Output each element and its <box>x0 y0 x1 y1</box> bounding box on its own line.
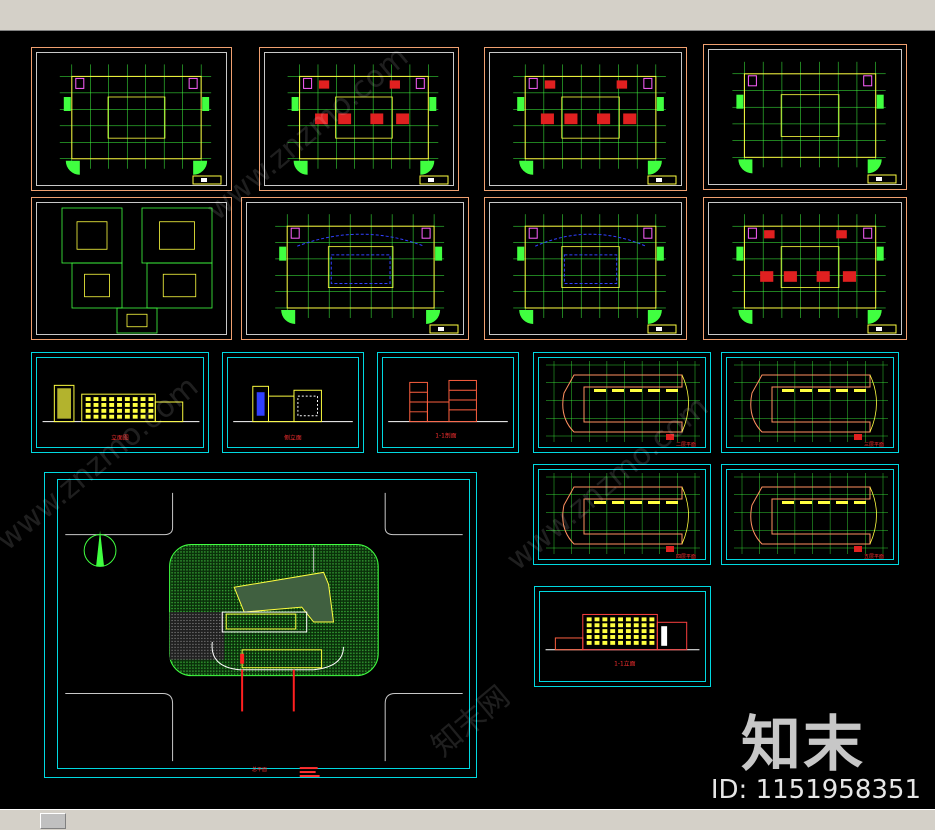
horizontal-scrollbar[interactable] <box>0 809 935 830</box>
label-elevation-2: 侧立面 <box>284 433 302 441</box>
label-plan-small: 三层平面 <box>864 442 884 448</box>
label-elevation-large: 1-1立面 <box>614 659 635 667</box>
sheet-floor-plan-1[interactable] <box>31 47 232 191</box>
sheet-floor-plan-6[interactable] <box>484 197 687 340</box>
sheet-floor-plan-5[interactable] <box>241 197 469 340</box>
label-elevation-1: 立面图 <box>111 433 129 441</box>
sheet-roof-plans[interactable] <box>31 197 232 340</box>
sheet-plan-small-c[interactable]: 四层平面 <box>533 464 711 565</box>
label-site-plan: 总平面 <box>252 766 267 773</box>
sheet-floor-plan-3[interactable] <box>484 47 687 191</box>
label-section: 1-1剖面 <box>435 431 456 439</box>
label-plan-small: 二层平面 <box>676 442 696 448</box>
sheet-elevation-1[interactable]: 立面图 <box>31 352 209 453</box>
sheet-floor-plan-4[interactable] <box>703 44 907 190</box>
sheet-plan-small-b[interactable]: 三层平面 <box>721 352 899 453</box>
cad-drawing-canvas[interactable]: 立面图 侧立面 1-1剖面 二层平面 三层平面 四层平面 五层平面 总平面 1-… <box>0 31 935 809</box>
sheet-plan-small-d[interactable]: 五层平面 <box>721 464 899 565</box>
sheet-elevation-2[interactable]: 侧立面 <box>222 352 364 453</box>
sheet-floor-plan-2[interactable] <box>259 47 459 191</box>
sheet-plan-small-a[interactable]: 二层平面 <box>533 352 711 453</box>
sheet-elevation-large[interactable]: 1-1立面 <box>534 586 711 687</box>
sheet-floor-plan-7[interactable] <box>703 197 907 340</box>
label-plan-small: 五层平面 <box>864 554 884 560</box>
scrollbar-thumb[interactable] <box>40 813 66 829</box>
sheet-section[interactable]: 1-1剖面 <box>377 352 519 453</box>
label-plan-small: 四层平面 <box>676 554 696 560</box>
sheet-site-plan[interactable]: 总平面 <box>44 472 477 778</box>
window-top-bar <box>0 0 935 31</box>
